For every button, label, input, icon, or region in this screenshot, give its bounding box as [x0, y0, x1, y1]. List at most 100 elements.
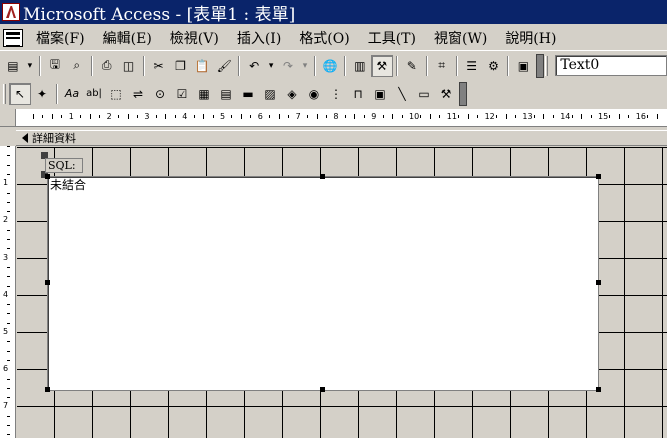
ruler-number: 16: [635, 112, 646, 121]
ruler-tick: [250, 115, 252, 118]
toolbar-separator: [507, 55, 510, 76]
undo-dropdown-icon[interactable]: ▾: [265, 55, 277, 77]
search-icon[interactable]: ⌕: [66, 55, 88, 77]
ruler-tick: [7, 322, 10, 324]
copy-icon[interactable]: ❐: [169, 55, 191, 77]
redo-icon[interactable]: ↷: [277, 55, 299, 77]
combo-box-tool-icon[interactable]: ▦: [193, 83, 215, 105]
toggle-button-tool-icon[interactable]: ⇌: [127, 83, 149, 105]
command-button-tool-icon[interactable]: ▬: [237, 83, 259, 105]
paste-icon[interactable]: 📋: [191, 55, 213, 77]
detail-design-grid[interactable]: SQL: 未結合: [17, 147, 667, 438]
view-dropdown-icon[interactable]: ▾: [24, 55, 36, 77]
option-group-tool-icon[interactable]: ⬚: [105, 83, 127, 105]
ruler-tick: [136, 115, 138, 118]
ruler-tick: [363, 115, 365, 118]
resize-handle[interactable]: [45, 387, 50, 392]
toolbar-options-handle[interactable]: [459, 81, 467, 106]
toolbar-separator: [90, 55, 93, 76]
line-tool-icon[interactable]: ╲: [391, 83, 413, 105]
toolbar-grip[interactable]: [545, 55, 549, 76]
ruler-corner[interactable]: [0, 109, 16, 127]
ruler-tick: [7, 239, 10, 240]
ruler-tick: [420, 115, 422, 118]
toolbox-toolbar: ↖ ✦ Aa ab| ⬚ ⇌ ⊙ ☑ ▦ ▤ ▬ ▨ ◈ ◉ ⋮ ⊓ ▣ ╲ ▭…: [0, 80, 667, 107]
cut-icon[interactable]: ✂: [148, 55, 170, 77]
toolbar-options-handle[interactable]: [536, 53, 545, 78]
form-document-icon[interactable]: [3, 28, 23, 47]
unbound-textbox[interactable]: 未結合: [47, 176, 599, 391]
title-bar[interactable]: Microsoft Access - [表單1 : 表單]: [0, 0, 667, 25]
menu-tools[interactable]: 工具(T): [361, 28, 423, 48]
ruler-tick: [581, 114, 583, 119]
resize-handle[interactable]: [45, 280, 50, 285]
print-preview-icon[interactable]: ◫: [118, 55, 140, 77]
toolbox-icon[interactable]: ⚒: [370, 54, 393, 77]
ruler-tick: [33, 114, 34, 119]
access-app-icon[interactable]: [2, 3, 20, 21]
label-tool-icon[interactable]: Aa: [61, 83, 83, 105]
format-painter-icon[interactable]: 🖌: [213, 55, 235, 77]
unbound-object-tool-icon[interactable]: ◈: [281, 83, 303, 105]
hyperlink-icon[interactable]: 🌐: [319, 55, 341, 77]
sql-label[interactable]: SQL:: [45, 158, 83, 173]
toolbar-grip[interactable]: [3, 83, 6, 104]
resize-handle[interactable]: [596, 387, 601, 392]
option-button-tool-icon[interactable]: ⊙: [149, 83, 171, 105]
redo-dropdown-icon[interactable]: ▾: [299, 55, 311, 77]
image-tool-icon[interactable]: ▨: [259, 83, 281, 105]
menu-file[interactable]: 檔案(F): [29, 28, 92, 48]
textbox-tool-icon[interactable]: ab|: [83, 83, 105, 105]
section-arrow-icon: [22, 133, 28, 143]
select-objects-icon[interactable]: ↖: [9, 82, 31, 105]
field-list-icon[interactable]: ▥: [349, 55, 371, 77]
undo-icon[interactable]: ↶: [243, 55, 265, 77]
code-icon[interactable]: ⌗: [431, 55, 453, 77]
database-window-icon[interactable]: ▣: [512, 55, 534, 77]
detail-section-header[interactable]: 詳細資料: [16, 130, 667, 146]
resize-handle[interactable]: [596, 174, 601, 179]
ruler-tick: [7, 387, 10, 389]
print-icon[interactable]: ⎙: [96, 55, 118, 77]
properties-icon[interactable]: ☰: [461, 55, 483, 77]
ruler-tick: [552, 115, 554, 118]
tab-control-tool-icon[interactable]: ⊓: [347, 83, 369, 105]
ruler-tick: [174, 115, 176, 118]
ruler-tick: [401, 115, 403, 118]
builder-icon[interactable]: ⚙: [483, 55, 505, 77]
vertical-ruler[interactable]: 1 2 3 4 5 6 7: [0, 146, 16, 438]
menu-insert[interactable]: 插入(I): [230, 28, 288, 48]
detail-section-label: 詳細資料: [32, 132, 76, 145]
ruler-tick: [7, 164, 10, 166]
menu-view[interactable]: 檢視(V): [163, 28, 226, 48]
menu-edit[interactable]: 編輯(E): [96, 28, 159, 48]
control-wizards-icon[interactable]: ✦: [31, 83, 53, 105]
ruler-tick: [61, 115, 63, 118]
save-icon[interactable]: 🖫: [44, 55, 66, 77]
toolbar-separator: [38, 55, 41, 76]
horizontal-ruler[interactable]: 1 2 3 4 5 6 7 8 9 10 11 12 13 14 15 16: [16, 109, 667, 127]
list-box-tool-icon[interactable]: ▤: [215, 83, 237, 105]
more-controls-icon[interactable]: ⚒: [435, 83, 457, 105]
menu-help[interactable]: 說明(H): [498, 28, 563, 48]
object-selector-combo[interactable]: Text0: [555, 55, 667, 76]
menu-window[interactable]: 視窗(W): [427, 28, 494, 48]
menu-format[interactable]: 格式(O): [292, 28, 356, 48]
ruler-tick: [155, 115, 157, 118]
menu-bar: 檔案(F) 編輯(E) 檢視(V) 插入(I) 格式(O) 工具(T) 視窗(W…: [0, 25, 667, 51]
checkbox-tool-icon[interactable]: ☑: [171, 83, 193, 105]
bound-object-tool-icon[interactable]: ◉: [303, 83, 325, 105]
ruler-tick: [7, 434, 10, 436]
toolbar-separator: [343, 55, 346, 76]
ruler-number: 12: [484, 112, 495, 121]
autoformat-icon[interactable]: ✎: [401, 55, 423, 77]
resize-handle[interactable]: [45, 174, 50, 179]
subform-tool-icon[interactable]: ▣: [369, 83, 391, 105]
ruler-number: 8: [333, 112, 339, 121]
view-icon[interactable]: ▤: [2, 55, 24, 77]
resize-handle[interactable]: [320, 174, 325, 179]
resize-handle[interactable]: [320, 387, 325, 392]
resize-handle[interactable]: [596, 280, 601, 285]
page-break-tool-icon[interactable]: ⋮: [325, 83, 347, 105]
rectangle-tool-icon[interactable]: ▭: [413, 83, 435, 105]
